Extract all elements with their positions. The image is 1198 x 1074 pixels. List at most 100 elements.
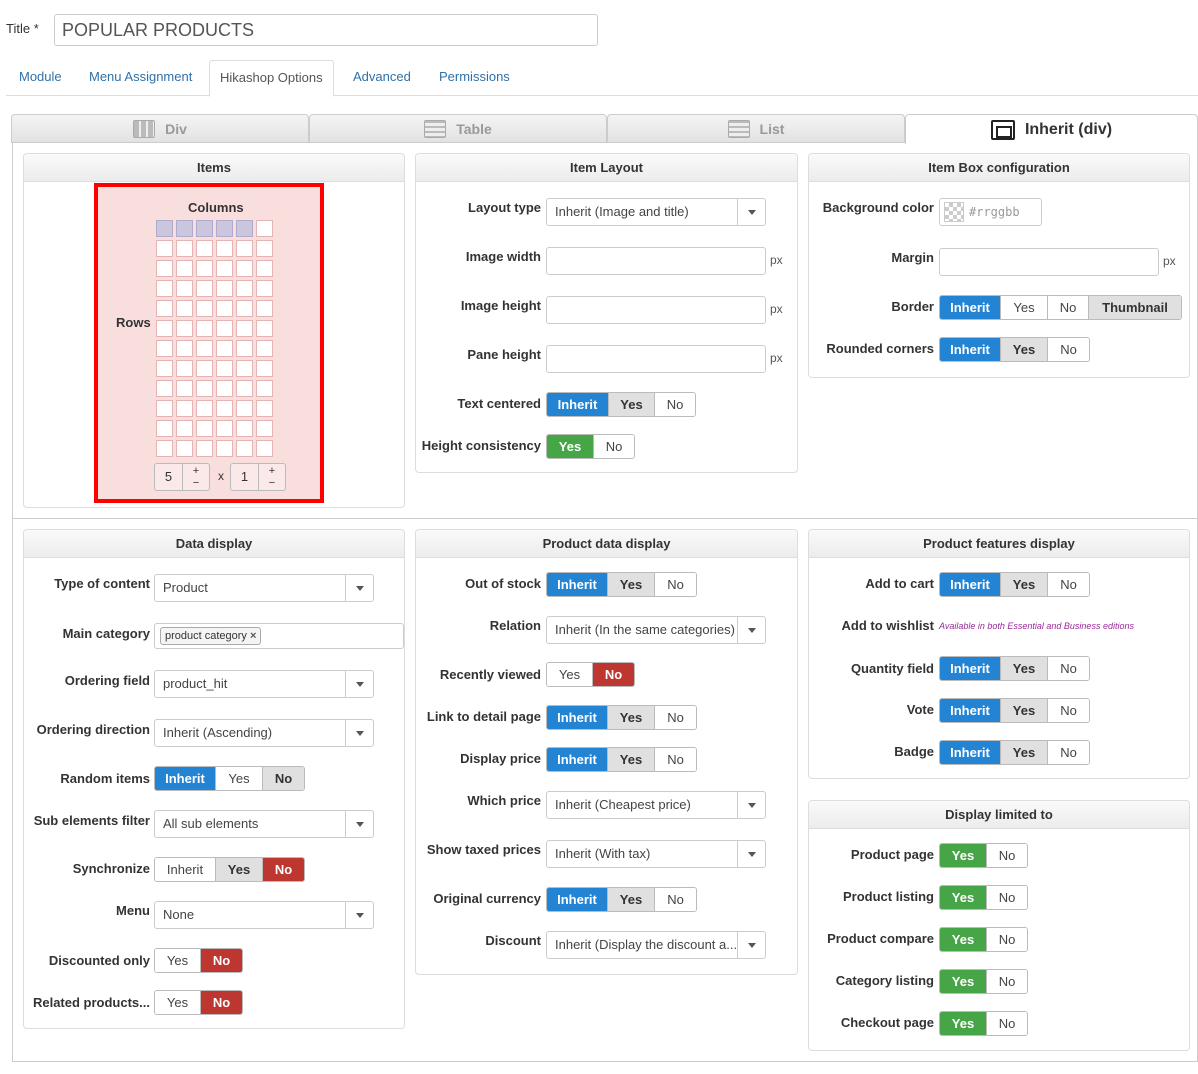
menu-select[interactable]: None [154,901,374,929]
ordering-direction-select[interactable]: Inherit (Ascending) [154,719,374,747]
grid-cell[interactable] [256,400,273,417]
yes-option[interactable]: Yes [547,435,594,458]
no-option[interactable]: No [655,706,696,729]
grid-cell[interactable] [196,320,213,337]
grid-cell[interactable] [196,360,213,377]
grid-cell[interactable] [156,380,173,397]
grid-cell[interactable] [156,340,173,357]
yes-option[interactable]: Yes [940,970,987,993]
inherit-option[interactable]: Inherit [547,393,609,416]
inherit-option[interactable]: Inherit [940,573,1001,596]
grid-cell[interactable] [176,320,193,337]
thumbnail-option[interactable]: Thumbnail [1089,296,1181,319]
yes-option[interactable]: Yes [1001,741,1048,764]
no-option[interactable]: No [655,888,696,911]
grid-cell[interactable] [176,240,193,257]
grid-cell[interactable] [216,320,233,337]
yes-option[interactable]: Yes [940,886,987,909]
main-category-input[interactable]: product category × [154,623,404,649]
grid-cell[interactable] [196,260,213,277]
grid-cell[interactable] [236,240,253,257]
tab-menu-assignment[interactable]: Menu Assignment [79,60,202,96]
grid-cell[interactable] [256,380,273,397]
product-compare-toggle[interactable]: Yes No [939,927,1028,952]
yes-option[interactable]: Yes [155,991,201,1014]
grid-cell[interactable] [196,300,213,317]
no-option[interactable]: No [594,435,634,458]
columns-value[interactable]: 5 [155,464,183,490]
grid-cell[interactable] [176,280,193,297]
tab-hikashop-options[interactable]: Hikashop Options [209,60,334,97]
grid-cell[interactable] [196,240,213,257]
no-option[interactable]: No [263,767,304,790]
rounded-corners-toggle[interactable]: Inherit Yes No [939,337,1090,362]
grid-cell[interactable] [216,240,233,257]
grid-cell[interactable] [216,360,233,377]
grid-cell[interactable] [196,280,213,297]
grid-cell[interactable] [196,380,213,397]
yes-option[interactable]: Yes [608,748,655,771]
inherit-option[interactable]: Inherit [940,296,1001,319]
grid-cell[interactable] [156,360,173,377]
columns-plus-minus[interactable]: + − [183,464,209,490]
grid-cell[interactable] [256,260,273,277]
grid-cell[interactable] [256,420,273,437]
image-height-input[interactable] [546,296,766,324]
no-option[interactable]: No [987,1012,1027,1035]
minus-icon[interactable]: − [269,477,275,489]
grid-cell[interactable] [156,240,173,257]
show-taxed-select[interactable]: Inherit (With tax) [546,840,766,868]
yes-option[interactable]: Yes [608,573,655,596]
vote-toggle[interactable]: Inherit Yes No [939,698,1090,723]
grid-cell[interactable] [256,240,273,257]
relation-select[interactable]: Inherit (In the same categories) [546,616,766,644]
yes-option[interactable]: Yes [940,844,987,867]
no-option[interactable]: No [655,748,696,771]
grid-cell[interactable] [216,400,233,417]
grid-cell[interactable] [256,300,273,317]
grid-cell[interactable] [256,440,273,457]
yes-option[interactable]: Yes [1001,338,1048,361]
image-width-input[interactable] [546,247,766,275]
no-option[interactable]: No [1048,657,1089,680]
no-option[interactable]: No [1048,573,1089,596]
yes-option[interactable]: Yes [1001,699,1048,722]
tab-permissions[interactable]: Permissions [429,60,520,96]
bg-color-input[interactable]: #rrggbb [939,198,1042,226]
no-option[interactable]: No [987,928,1027,951]
grid-cell[interactable] [236,220,253,237]
discount-select[interactable]: Inherit (Display the discount a... [546,931,766,959]
grid-cell[interactable] [256,340,273,357]
grid-cell[interactable] [216,260,233,277]
sub-elements-filter-select[interactable]: All sub elements [154,810,374,838]
grid-cell[interactable] [216,340,233,357]
inherit-option[interactable]: Inherit [155,858,216,881]
related-products-toggle[interactable]: Yes No [154,990,243,1015]
yes-option[interactable]: Yes [940,928,987,951]
height-consistency-toggle[interactable]: Yes No [546,434,635,459]
grid-cell[interactable] [216,220,233,237]
yes-option[interactable]: Yes [155,949,201,972]
no-option[interactable]: No [987,886,1027,909]
grid-cell[interactable] [156,440,173,457]
grid-cell[interactable] [256,320,273,337]
grid-cell[interactable] [236,440,253,457]
grid-cell[interactable] [156,220,173,237]
category-listing-toggle[interactable]: Yes No [939,969,1028,994]
color-swatch-icon[interactable] [944,202,964,222]
rows-stepper[interactable]: 1 + − [230,463,286,491]
columns-stepper[interactable]: 5 + − [154,463,210,491]
view-tab-inherit[interactable]: Inherit (div) [905,114,1198,144]
pane-height-input[interactable] [546,345,766,373]
no-option[interactable]: No [1048,741,1089,764]
no-option[interactable]: No [263,858,304,881]
remove-tag-icon[interactable]: × [250,630,256,642]
grid-cell[interactable] [236,300,253,317]
items-grid[interactable] [156,220,278,462]
inherit-option[interactable]: Inherit [547,706,608,729]
which-price-select[interactable]: Inherit (Cheapest price) [546,791,766,819]
original-currency-toggle[interactable]: Inherit Yes No [546,887,697,912]
grid-cell[interactable] [176,400,193,417]
grid-cell[interactable] [256,220,273,237]
grid-cell[interactable] [176,220,193,237]
